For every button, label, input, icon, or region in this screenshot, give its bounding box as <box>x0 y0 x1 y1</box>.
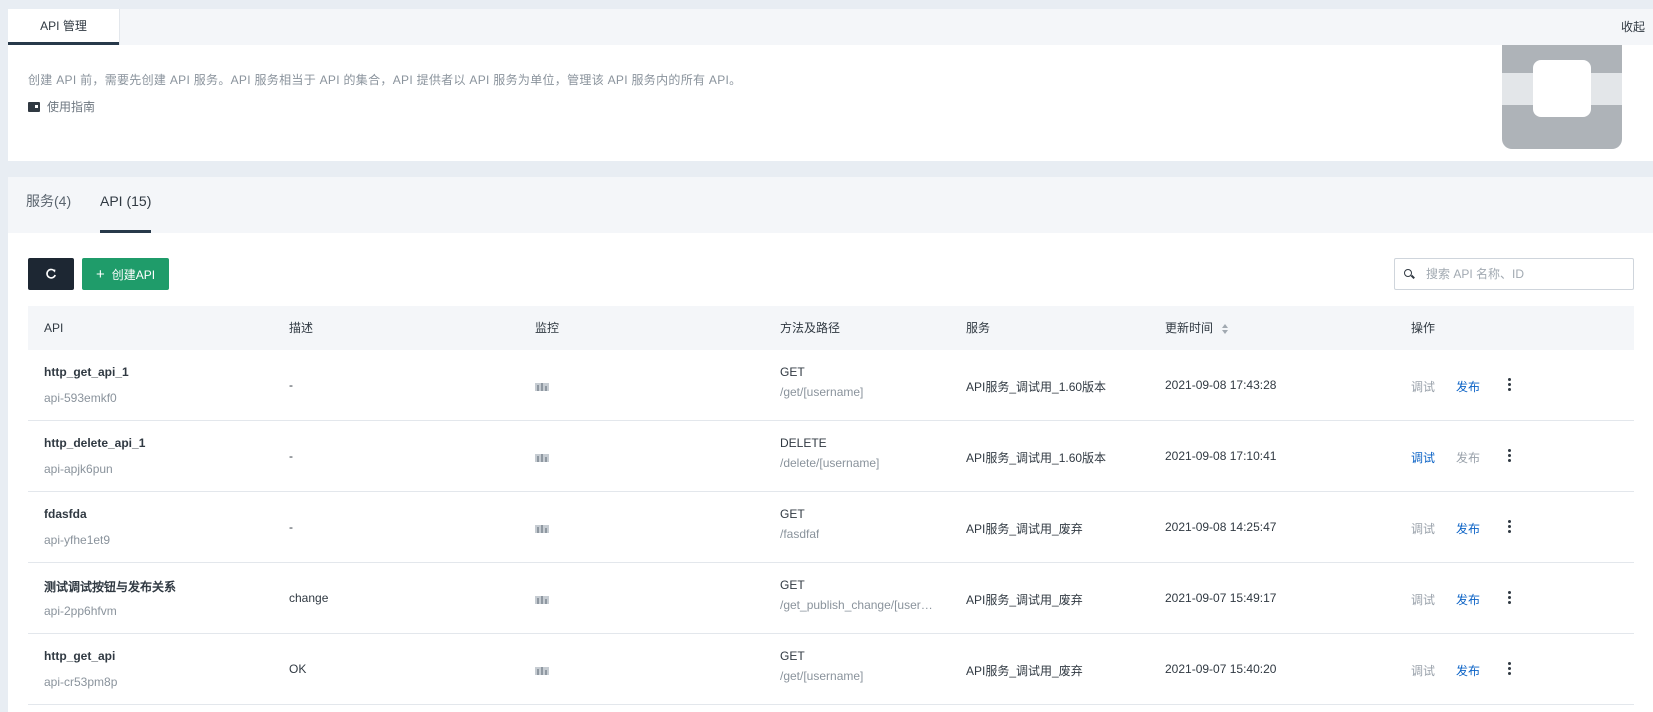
api-id: api-cr53pm8p <box>44 675 118 689</box>
api-path: /get/[username] <box>780 669 864 683</box>
publish-button[interactable]: 发布 <box>1456 662 1480 679</box>
api-name[interactable]: http_delete_api_1 <box>44 436 145 450</box>
api-path: /get/[username] <box>780 385 864 399</box>
table-header: API 描述 监控 方法及路径 服务 更新时间 操作 <box>28 306 1634 350</box>
updated-time: 2021-09-07 15:49:17 <box>1165 591 1277 605</box>
api-id: api-2pp6hfvm <box>44 604 117 618</box>
publish-button[interactable]: 发布 <box>1456 591 1480 608</box>
updated-time: 2021-09-08 14:25:47 <box>1165 520 1277 534</box>
top-strip <box>0 0 1653 9</box>
more-vertical-icon[interactable] <box>1503 448 1517 464</box>
intro-card: API 管理 收起 创建 API 前，需要先创建 API 服务。API 服务相当… <box>8 9 1653 161</box>
bar-chart-icon[interactable] <box>535 452 549 462</box>
http-method: GET <box>780 649 805 663</box>
hero-square <box>1533 60 1591 117</box>
plus-icon: + <box>95 265 105 283</box>
hero-illustration <box>1502 45 1622 149</box>
api-name[interactable]: 测试调试按钮与发布关系 <box>44 578 176 595</box>
api-name[interactable]: http_get_api <box>44 649 115 663</box>
main-tabbar: 服务(4) API (15) <box>8 177 1653 233</box>
create-api-button[interactable]: + 创建API <box>82 258 169 290</box>
main-panel: 服务(4) API (15) + 创建API API 描述 监控 方法及路径 服… <box>8 177 1653 712</box>
publish-button[interactable]: 发布 <box>1456 520 1480 537</box>
col-updated-label: 更新时间 <box>1165 321 1214 335</box>
debug-button[interactable]: 调试 <box>1411 662 1435 679</box>
bar-chart-icon[interactable] <box>535 523 549 533</box>
http-method: GET <box>780 507 805 521</box>
header-tabbar: API 管理 收起 <box>8 9 1653 45</box>
http-method: GET <box>780 365 805 379</box>
intro-description: 创建 API 前，需要先创建 API 服务。API 服务相当于 API 的集合，… <box>28 73 742 87</box>
api-description: - <box>289 378 293 392</box>
table-row: 测试调试按钮与发布关系 api-2pp6hfvm change GET /get… <box>28 563 1634 634</box>
col-service: 服务 <box>966 321 991 335</box>
api-description: change <box>289 591 329 605</box>
api-id: api-593emkf0 <box>44 391 117 405</box>
refresh-icon <box>46 268 56 279</box>
tab-apis[interactable]: API (15) <box>100 177 152 233</box>
col-ops: 操作 <box>1411 321 1436 335</box>
service-name: API服务_调试用_废弃 <box>966 593 1083 607</box>
bar-chart-icon[interactable] <box>535 381 549 391</box>
http-method: GET <box>780 578 805 592</box>
api-id: api-apjk6pun <box>44 462 113 476</box>
api-name[interactable]: http_get_api_1 <box>44 365 129 379</box>
tab-api-management[interactable]: API 管理 <box>8 9 119 45</box>
api-table: API 描述 监控 方法及路径 服务 更新时间 操作 http_get_api_… <box>28 306 1634 705</box>
api-id: api-yfhe1et9 <box>44 533 111 547</box>
col-updated[interactable]: 更新时间 <box>1165 306 1229 350</box>
more-vertical-icon[interactable] <box>1503 377 1517 393</box>
api-description: - <box>289 449 293 463</box>
guide-link[interactable]: 使用指南 <box>28 98 95 115</box>
col-desc: 描述 <box>289 321 314 335</box>
bar-chart-icon[interactable] <box>535 665 549 675</box>
updated-time: 2021-09-07 15:40:20 <box>1165 662 1277 676</box>
sort-icon[interactable] <box>1222 323 1229 334</box>
table-row: http_delete_api_1 api-apjk6pun - DELETE … <box>28 421 1634 492</box>
publish-button[interactable]: 发布 <box>1456 378 1480 395</box>
debug-button[interactable]: 调试 <box>1411 520 1435 537</box>
search-box[interactable] <box>1394 258 1634 290</box>
api-path: /get_publish_change/[username] <box>780 598 938 612</box>
create-api-label: 创建API <box>111 267 156 282</box>
col-api: API <box>44 321 64 335</box>
service-name: API服务_调试用_废弃 <box>966 522 1083 536</box>
api-description: - <box>289 520 293 534</box>
more-vertical-icon[interactable] <box>1503 519 1517 535</box>
api-path: /delete/[username] <box>780 456 880 470</box>
api-description: OK <box>289 662 307 676</box>
updated-time: 2021-09-08 17:10:41 <box>1165 449 1277 463</box>
service-name: API服务_调试用_废弃 <box>966 664 1083 678</box>
table-row: fdasfda api-yfhe1et9 - GET /fasdfaf API服… <box>28 492 1634 563</box>
col-monitor: 监控 <box>535 321 560 335</box>
debug-button[interactable]: 调试 <box>1411 378 1435 395</box>
more-vertical-icon[interactable] <box>1503 661 1517 677</box>
collapse-button[interactable]: 收起 <box>1621 9 1645 45</box>
search-input[interactable] <box>1426 267 1626 281</box>
table-row: http_get_api_1 api-593emkf0 - GET /get/[… <box>28 350 1634 421</box>
api-name[interactable]: fdasfda <box>44 507 87 521</box>
guide-label: 使用指南 <box>47 100 96 114</box>
debug-button[interactable]: 调试 <box>1411 449 1435 466</box>
table-row: http_get_api api-cr53pm8p OK GET /get/[u… <box>28 634 1634 705</box>
debug-button[interactable]: 调试 <box>1411 591 1435 608</box>
service-name: API服务_调试用_1.60版本 <box>966 380 1107 394</box>
book-icon <box>28 101 40 112</box>
col-method-path: 方法及路径 <box>780 321 841 335</box>
tab-services[interactable]: 服务(4) <box>26 177 71 233</box>
service-name: API服务_调试用_1.60版本 <box>966 451 1107 465</box>
updated-time: 2021-09-08 17:43:28 <box>1165 378 1277 392</box>
publish-button[interactable]: 发布 <box>1456 449 1480 466</box>
search-icon <box>1404 269 1414 279</box>
api-path: /fasdfaf <box>780 527 820 541</box>
table-body: http_get_api_1 api-593emkf0 - GET /get/[… <box>28 350 1634 705</box>
bar-chart-icon[interactable] <box>535 594 549 604</box>
refresh-button[interactable] <box>28 258 74 290</box>
http-method: DELETE <box>780 436 827 450</box>
more-vertical-icon[interactable] <box>1503 590 1517 606</box>
tab-divider <box>119 9 120 45</box>
